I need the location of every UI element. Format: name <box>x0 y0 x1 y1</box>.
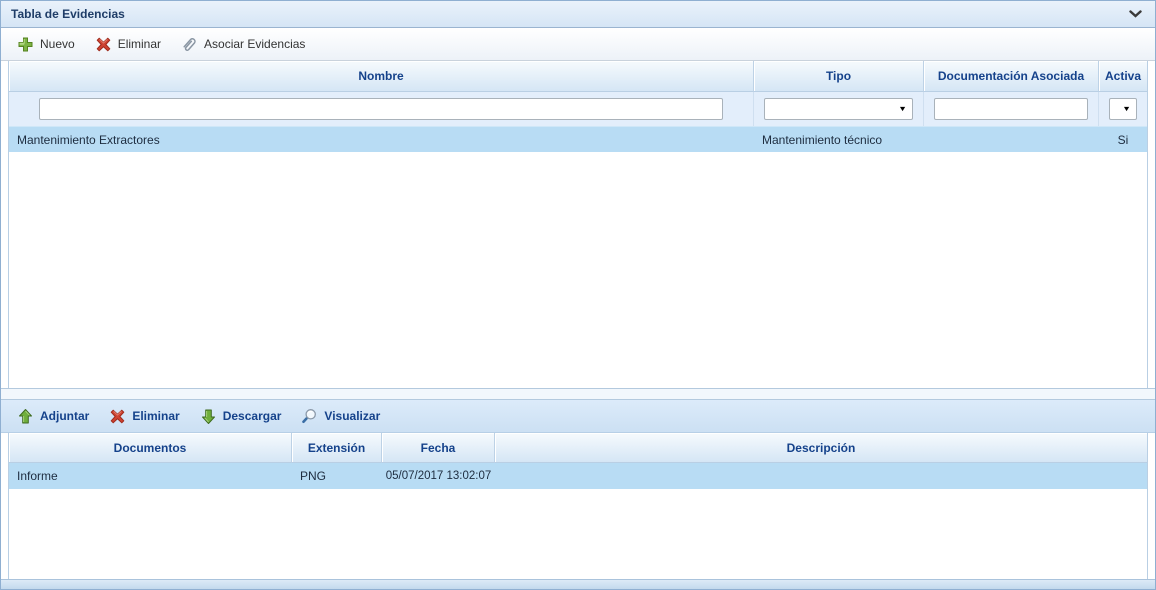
column-header-nombre[interactable]: Nombre <box>9 61 754 92</box>
eliminar-evidencia-label: Eliminar <box>118 37 161 51</box>
descargar-label: Descargar <box>223 409 282 423</box>
panel-separator <box>1 389 1155 399</box>
column-header-documentos[interactable]: Documentos <box>9 433 292 463</box>
column-header-activa[interactable]: Activa <box>1099 61 1147 92</box>
evidencias-grid: Nombre Tipo Documentación Asociada Activ… <box>8 61 1148 388</box>
filter-cell-documentacion <box>924 92 1099 126</box>
descargar-button[interactable]: Descargar <box>196 405 290 428</box>
activa-filter-select[interactable] <box>1109 98 1137 120</box>
visualizar-button[interactable]: Visualizar <box>297 405 388 428</box>
evidencias-section: Nuevo Eliminar Asociar Evidencias <box>1 28 1155 389</box>
eliminar-documento-button[interactable]: Eliminar <box>105 405 187 428</box>
panel-titlebar: Tabla de Evidencias <box>1 1 1155 28</box>
column-header-fecha[interactable]: Fecha <box>382 433 495 463</box>
eliminar-evidencia-button[interactable]: Eliminar <box>91 33 169 56</box>
filter-cell-activa: ▼ <box>1099 92 1147 126</box>
paperclip-icon <box>181 36 198 53</box>
evidencia-row-selected[interactable]: Mantenimiento Extractores Mantenimiento … <box>9 126 1147 152</box>
documentos-grid-empty-area <box>9 489 1147 579</box>
chevron-down-icon <box>1129 10 1142 18</box>
filter-cell-nombre <box>9 92 754 126</box>
cell-documentacion <box>924 127 1099 152</box>
documento-row-selected[interactable]: Informe PNG 05/07/2017 13:02:07 <box>9 463 1147 489</box>
evidencias-grid-empty-area <box>9 152 1147 388</box>
cell-nombre: Mantenimiento Extractores <box>9 127 754 152</box>
arrow-up-icon <box>17 408 34 425</box>
plus-icon <box>17 36 34 53</box>
documentos-header-row: Documentos Extensión Fecha Descripción <box>9 433 1147 463</box>
column-header-extension[interactable]: Extensión <box>292 433 382 463</box>
panel-title: Tabla de Evidencias <box>11 7 1127 21</box>
asociar-evidencias-button[interactable]: Asociar Evidencias <box>177 33 313 56</box>
documentacion-filter-input[interactable] <box>934 98 1088 120</box>
cell-descripcion <box>495 463 1147 489</box>
evidencias-filter-row: ▼ ▼ <box>9 92 1147 126</box>
eliminar-documento-label: Eliminar <box>132 409 179 423</box>
cell-tipo: Mantenimiento técnico <box>754 127 924 152</box>
panel-footer <box>1 579 1155 589</box>
visualizar-label: Visualizar <box>324 409 380 423</box>
cell-extension: PNG <box>292 463 382 489</box>
delete-icon <box>109 408 126 425</box>
evidencias-toolbar: Nuevo Eliminar Asociar Evidencias <box>1 28 1155 61</box>
arrow-down-icon <box>200 408 217 425</box>
column-header-tipo[interactable]: Tipo <box>754 61 924 92</box>
adjuntar-label: Adjuntar <box>40 409 89 423</box>
magnifier-icon <box>301 408 318 425</box>
cell-documento: Informe <box>9 463 292 489</box>
asociar-evidencias-label: Asociar Evidencias <box>204 37 305 51</box>
filter-cell-tipo: ▼ <box>754 92 924 126</box>
tipo-filter-select[interactable] <box>764 98 913 120</box>
nuevo-button[interactable]: Nuevo <box>13 33 83 56</box>
documentos-section: Adjuntar Eliminar Descar <box>1 399 1155 589</box>
evidencias-header-row: Nombre Tipo Documentación Asociada Activ… <box>9 61 1147 92</box>
evidencias-window: Tabla de Evidencias Nuevo <box>0 0 1156 590</box>
column-header-descripcion[interactable]: Descripción <box>495 433 1147 463</box>
cell-fecha: 05/07/2017 13:02:07 <box>382 463 495 489</box>
delete-icon <box>95 36 112 53</box>
documentos-toolbar: Adjuntar Eliminar Descar <box>1 400 1155 433</box>
adjuntar-button[interactable]: Adjuntar <box>13 405 97 428</box>
nuevo-label: Nuevo <box>40 37 75 51</box>
collapse-panel-button[interactable] <box>1127 7 1143 21</box>
documentos-grid: Documentos Extensión Fecha Descripción I… <box>8 433 1148 579</box>
column-header-documentacion[interactable]: Documentación Asociada <box>924 61 1099 92</box>
cell-activa: Si <box>1099 127 1147 152</box>
nombre-filter-input[interactable] <box>39 98 723 120</box>
